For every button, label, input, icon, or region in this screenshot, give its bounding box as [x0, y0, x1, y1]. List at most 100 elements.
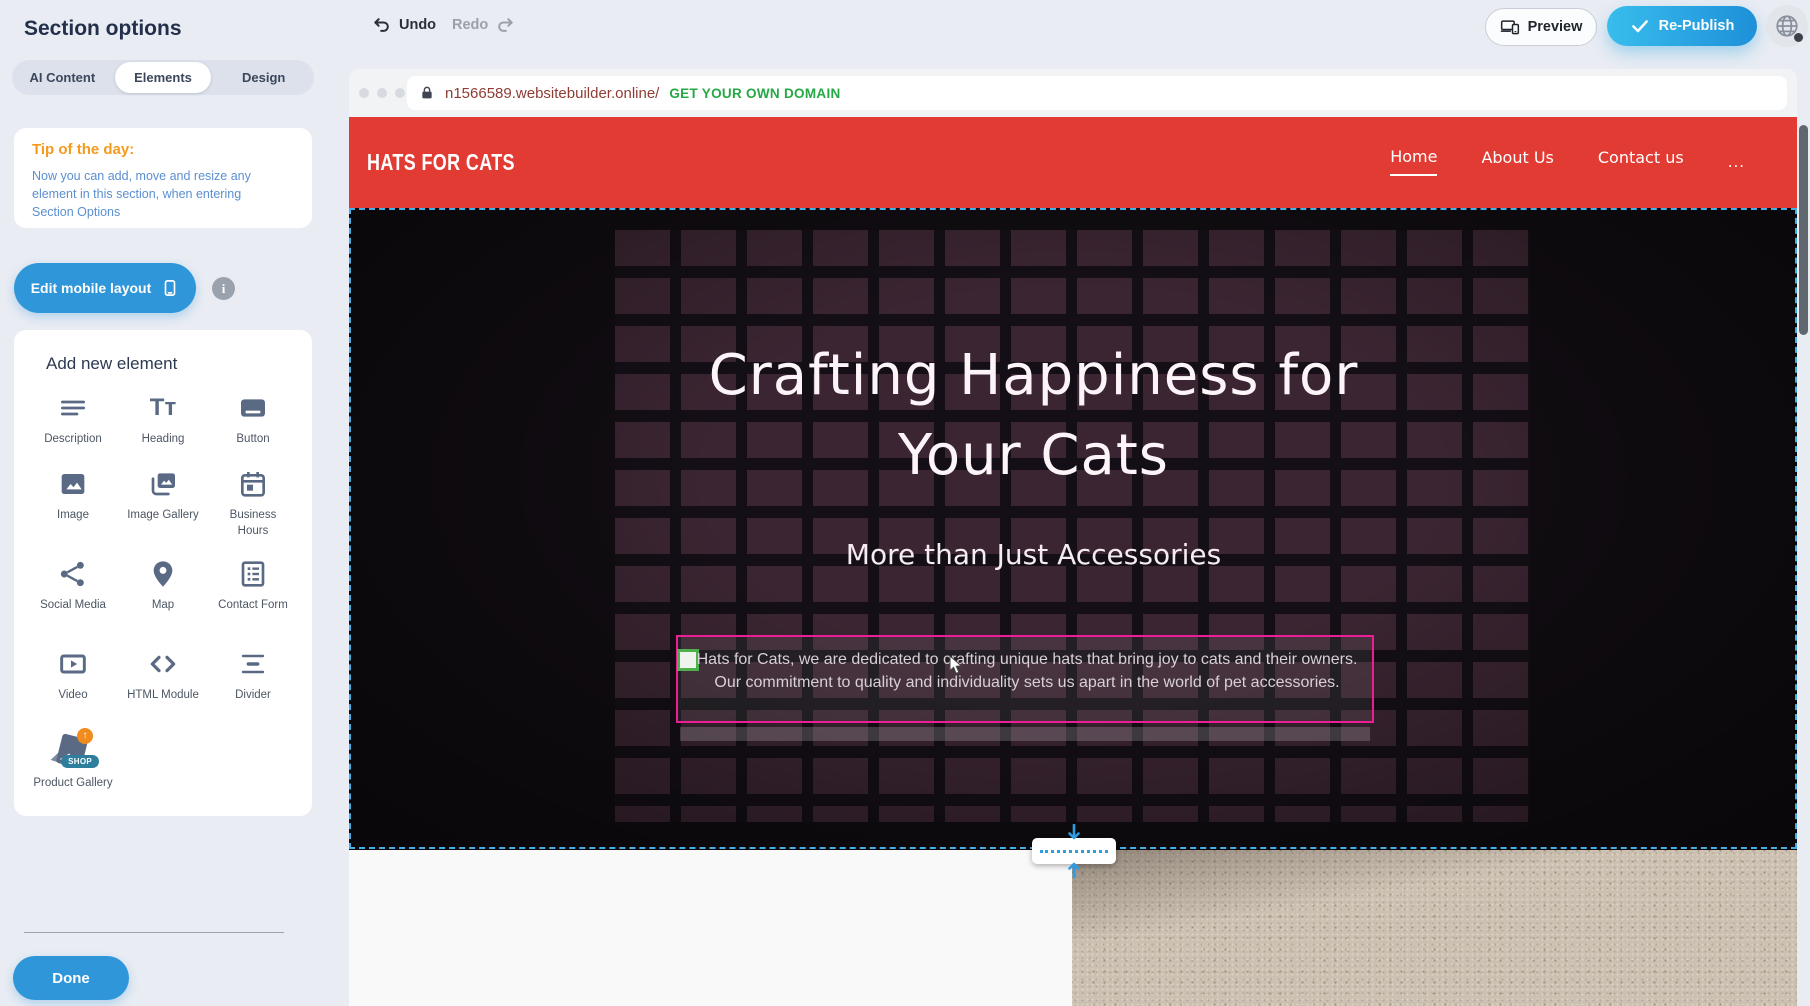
- divider-icon: [237, 648, 269, 680]
- element-label: Description: [33, 431, 113, 447]
- tab-design[interactable]: Design: [215, 62, 312, 93]
- element-label: Divider: [213, 687, 293, 703]
- republish-button[interactable]: Re-Publish: [1607, 6, 1757, 46]
- element-label: HTML Module: [123, 687, 203, 703]
- hero-section[interactable]: Crafting Happiness for Your Cats More th…: [349, 208, 1797, 850]
- map-pin-icon: [147, 558, 179, 590]
- hero-paragraph-line2: Our commitment to quality and individual…: [682, 671, 1372, 694]
- add-element-button[interactable]: Button: [208, 392, 298, 468]
- next-section-background: [349, 850, 1072, 1006]
- section-options-panel: Section options AI Content Elements Desi…: [0, 0, 326, 1006]
- arrow-up-icon: [1067, 862, 1081, 878]
- tip-of-the-day-card: Tip of the day: Now you can add, move an…: [14, 128, 312, 228]
- hero-paragraph-line1: Hats for Cats, we are dedicated to craft…: [682, 648, 1372, 671]
- element-label: Video: [33, 687, 113, 703]
- nav-home[interactable]: Home: [1390, 147, 1437, 176]
- nav-contact-us[interactable]: Contact us: [1598, 148, 1684, 175]
- text-element-ghost-row: [680, 727, 1370, 741]
- lock-icon: [419, 85, 435, 101]
- done-button[interactable]: Done: [13, 956, 129, 1000]
- devices-icon: [1500, 17, 1520, 37]
- upgrade-arrow-badge: ↑: [77, 728, 93, 744]
- element-label: Social Media: [33, 597, 113, 613]
- description-icon: [57, 392, 89, 424]
- add-element-heading: Add new element: [46, 354, 298, 374]
- undo-button[interactable]: Undo: [372, 15, 436, 35]
- element-grid: Description Tт Heading Button Image Imag…: [28, 392, 298, 830]
- add-element-map[interactable]: Map: [118, 558, 208, 648]
- tip-body: Now you can add, move and resize any ele…: [32, 167, 286, 221]
- republish-label: Re-Publish: [1659, 18, 1735, 34]
- add-element-divider[interactable]: Divider: [208, 648, 298, 734]
- hero-heading-line1: Crafting Happiness for: [349, 336, 1718, 416]
- page-title: Section options: [24, 17, 182, 41]
- get-your-own-domain-link[interactable]: GET YOUR OWN DOMAIN: [669, 86, 840, 101]
- section-resize-handle[interactable]: [1032, 838, 1116, 864]
- preview-button[interactable]: Preview: [1485, 8, 1597, 46]
- site-nav: Home About Us Contact us ...: [1390, 147, 1745, 176]
- add-element-contact-form[interactable]: Contact Form: [208, 558, 298, 648]
- preview-label: Preview: [1528, 19, 1583, 35]
- sidebar-divider: [24, 932, 284, 933]
- add-element-description[interactable]: Description: [28, 392, 118, 468]
- add-element-html-module[interactable]: HTML Module: [118, 648, 208, 734]
- tab-ai-content[interactable]: AI Content: [14, 62, 111, 93]
- shop-badge: SHOP: [61, 755, 99, 768]
- add-element-image[interactable]: Image: [28, 468, 118, 558]
- element-label: Button: [213, 431, 293, 447]
- add-element-product-gallery[interactable]: ↑ SHOP Product Gallery: [28, 734, 118, 830]
- nav-about-us[interactable]: About Us: [1481, 148, 1553, 175]
- globe-badge: [1794, 33, 1803, 42]
- tip-heading: Tip of the day:: [32, 141, 294, 158]
- contact-form-icon: [237, 558, 269, 590]
- add-element-business-hours[interactable]: Business Hours: [208, 468, 298, 558]
- element-label: Image Gallery: [123, 507, 203, 523]
- url-bar[interactable]: n1566589.websitebuilder.online/ GET YOUR…: [407, 76, 1787, 110]
- selected-text-element[interactable]: Hats for Cats, we are dedicated to craft…: [676, 635, 1374, 723]
- image-gallery-icon: [147, 468, 179, 500]
- hero-text-block: Crafting Happiness for Your Cats More th…: [349, 208, 1718, 850]
- tab-elements[interactable]: Elements: [115, 62, 212, 93]
- nav-more-button[interactable]: ...: [1728, 153, 1745, 171]
- element-label: Product Gallery: [33, 775, 113, 791]
- add-element-image-gallery[interactable]: Image Gallery: [118, 468, 208, 558]
- site-url: n1566589.websitebuilder.online/: [445, 85, 659, 102]
- browser-chrome-bar: n1566589.websitebuilder.online/ GET YOUR…: [349, 69, 1797, 117]
- business-hours-icon: [237, 468, 269, 500]
- element-label: Image: [33, 507, 113, 523]
- add-element-video[interactable]: Video: [28, 648, 118, 734]
- button-icon: [237, 392, 269, 424]
- arrow-down-icon: [1067, 824, 1081, 840]
- redo-button[interactable]: Redo: [452, 15, 515, 35]
- element-label: Business Hours: [213, 507, 293, 539]
- redo-label: Redo: [452, 17, 488, 33]
- redo-icon: [495, 15, 515, 35]
- undo-label: Undo: [399, 17, 436, 33]
- language-globe-button[interactable]: [1766, 5, 1808, 47]
- undo-icon: [372, 15, 392, 35]
- element-label: Map: [123, 597, 203, 613]
- heading-icon: Tт: [150, 392, 176, 424]
- preview-scrollbar[interactable]: [1799, 125, 1808, 335]
- add-element-social-media[interactable]: Social Media: [28, 558, 118, 648]
- edit-mobile-layout-button[interactable]: Edit mobile layout: [14, 263, 196, 313]
- edit-mobile-label: Edit mobile layout: [31, 280, 152, 296]
- hero-subheading[interactable]: More than Just Accessories: [349, 538, 1718, 571]
- site-preview-frame: n1566589.websitebuilder.online/ GET YOUR…: [349, 69, 1797, 1006]
- browser-dots: [359, 88, 405, 98]
- hero-heading[interactable]: Crafting Happiness for Your Cats: [349, 336, 1718, 496]
- hero-heading-line2: Your Cats: [349, 416, 1718, 496]
- add-element-heading[interactable]: Tт Heading: [118, 392, 208, 468]
- element-label: Heading: [123, 431, 203, 447]
- site-header: HATS FOR CATS Home About Us Contact us .…: [349, 117, 1797, 208]
- add-new-element-card: Add new element Description Tт Heading B…: [14, 330, 312, 816]
- info-icon[interactable]: i: [212, 277, 235, 300]
- check-icon: [1630, 16, 1650, 36]
- element-label: Contact Form: [213, 597, 293, 613]
- image-icon: [57, 468, 89, 500]
- site-logo[interactable]: HATS FOR CATS: [367, 149, 515, 176]
- social-media-icon: [57, 558, 89, 590]
- resize-dashed-line: [1040, 850, 1108, 853]
- video-icon: [57, 648, 89, 680]
- product-gallery-icon: ↑ SHOP: [51, 734, 95, 768]
